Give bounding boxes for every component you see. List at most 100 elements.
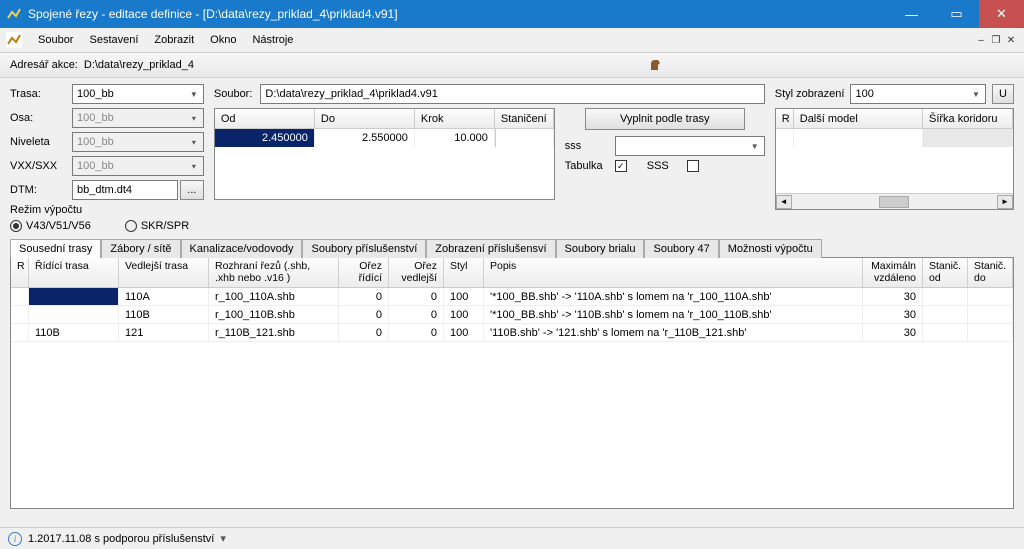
radio-skr[interactable] xyxy=(125,220,137,232)
table-row[interactable]: 110Br_100_110B.shb00100'*100_BB.shb' -> … xyxy=(11,306,1013,324)
scroll-thumb[interactable] xyxy=(879,196,909,208)
menu-app-icon xyxy=(6,32,22,48)
chevron-down-icon: ▾ xyxy=(187,111,201,125)
rezim-label: Režim výpočtu xyxy=(10,204,204,216)
cell-do[interactable]: 2.550000 xyxy=(315,129,415,147)
mh-r: R xyxy=(11,258,29,287)
tabulka-label: Tabulka xyxy=(565,160,615,172)
osa-label: Osa: xyxy=(10,112,72,124)
status-text: 1.2017.11.08 s podporou příslušenství xyxy=(28,533,214,545)
window-controls: — ▭ ✕ xyxy=(889,0,1024,28)
menu-nastroje[interactable]: Nástroje xyxy=(244,31,301,49)
range-grid-row[interactable]: 2.450000 2.550000 10.000 xyxy=(215,129,554,147)
sss2-label: SSS xyxy=(647,160,687,172)
top-panel: Trasa: 100_bb▼ Osa: 100_bb▾ Niveleta 100… xyxy=(0,78,1024,236)
addr-label: Adresář akce: xyxy=(10,59,78,71)
info-icon: i xyxy=(8,532,22,546)
main-grid[interactable]: R Řídící trasa Vedlejší trasa Rozhraní ř… xyxy=(10,257,1014,509)
mdi-close-button[interactable]: ✕ xyxy=(1004,33,1018,47)
status-bar: i 1.2017.11.08 s podporou příslušenství … xyxy=(0,527,1024,549)
chevron-down-icon: ▼ xyxy=(969,87,983,101)
chevron-down-icon: ▾ xyxy=(187,159,201,173)
dtm-value: bb_dtm.dt4 xyxy=(77,184,132,196)
left-column: Trasa: 100_bb▼ Osa: 100_bb▾ Niveleta 100… xyxy=(10,84,204,232)
u-button[interactable]: U xyxy=(992,84,1014,104)
cell-krok[interactable]: 10.000 xyxy=(415,129,495,147)
tab-kanalizace[interactable]: Kanalizace/vodovody xyxy=(181,239,303,258)
vyplnit-button[interactable]: Vyplnit podle trasy xyxy=(585,108,745,130)
tab-brialu[interactable]: Soubory brialu xyxy=(556,239,645,258)
title-bar: Spojené řezy - editace definice - [D:\da… xyxy=(0,0,1024,28)
maximize-button[interactable]: ▭ xyxy=(934,0,979,28)
hdr-sirka: Šířka koridoru xyxy=(923,109,1013,128)
soubor-input[interactable]: D:\data\rezy_priklad_4\priklad4.v91 xyxy=(260,84,764,104)
middle-column: Soubor: D:\data\rezy_priklad_4\priklad4.… xyxy=(214,84,765,232)
soubor-value: D:\data\rezy_priklad_4\priklad4.v91 xyxy=(265,88,437,100)
sss-combo[interactable]: ▼ xyxy=(615,136,765,156)
mh-orez2: Ořez vedlejší xyxy=(389,258,444,287)
scroll-right-button[interactable]: ► xyxy=(997,195,1013,209)
chevron-down-icon: ▼ xyxy=(187,87,201,101)
scroll-left-button[interactable]: ◄ xyxy=(776,195,792,209)
mh-rozh: Rozhraní řezů (.shb, .xhb nebo .v16 ) xyxy=(209,258,339,287)
vxx-label: VXX/SXX xyxy=(10,160,72,172)
menu-soubor[interactable]: Soubor xyxy=(30,31,81,49)
menu-bar: Soubor Sestavení Zobrazit Okno Nástroje … xyxy=(0,28,1024,52)
close-button[interactable]: ✕ xyxy=(979,0,1024,28)
niveleta-label: Niveleta xyxy=(10,136,72,148)
tab-sousedni[interactable]: Sousední trasy xyxy=(10,239,101,258)
sss-checkbox[interactable] xyxy=(687,160,699,172)
table-row[interactable]: 110Ar_100_110A.shb00100'*100_BB.shb' -> … xyxy=(11,288,1013,306)
tab-soubory-pris[interactable]: Soubory příslušenství xyxy=(302,239,426,258)
radio-skr-label: SKR/SPR xyxy=(141,220,189,232)
tabulka-checkbox[interactable]: ✓ xyxy=(615,160,627,172)
hdr-do: Do xyxy=(315,109,415,128)
menu-okno[interactable]: Okno xyxy=(202,31,244,49)
minimize-button[interactable]: — xyxy=(889,0,934,28)
radio-v43[interactable] xyxy=(10,220,22,232)
styl-combo[interactable]: 100 ▼ xyxy=(850,84,986,104)
niveleta-combo: 100_bb ▾ xyxy=(72,132,204,152)
tab-strip: Sousední trasy Zábory / sítě Kanalizace/… xyxy=(0,238,1024,257)
styl-value: 100 xyxy=(855,88,873,100)
cell-staniceni[interactable] xyxy=(495,129,554,147)
window-title: Spojené řezy - editace definice - [D:\da… xyxy=(28,7,889,21)
style-grid-row[interactable] xyxy=(776,129,1013,147)
cell-od[interactable]: 2.450000 xyxy=(215,129,315,147)
style-grid[interactable]: R Další model Šířka koridoru ◄ ► xyxy=(775,108,1014,210)
mdi-minimize-button[interactable]: – xyxy=(974,33,988,47)
chevron-down-icon: ▾ xyxy=(187,135,201,149)
mh-vedl: Vedlejší trasa xyxy=(119,258,209,287)
style-scrollbar[interactable]: ◄ ► xyxy=(776,193,1013,209)
menu-sestaveni[interactable]: Sestavení xyxy=(81,31,146,49)
radio-v43-label: V43/V51/V56 xyxy=(26,220,91,232)
tab-zabory[interactable]: Zábory / sítě xyxy=(101,239,180,258)
dtm-input[interactable]: bb_dtm.dt4 xyxy=(72,180,178,200)
dtm-browse-button[interactable]: ... xyxy=(180,180,204,200)
tab-moznosti[interactable]: Možnosti výpočtu xyxy=(719,239,822,258)
niveleta-value: 100_bb xyxy=(77,136,114,148)
app-icon xyxy=(6,6,22,22)
mh-styl: Styl xyxy=(444,258,484,287)
range-grid[interactable]: Od Do Krok Staničení 2.450000 2.550000 1… xyxy=(214,108,555,200)
horse-icon xyxy=(648,57,664,73)
style-column: Styl zobrazení 100▼ U R Další model Šířk… xyxy=(775,84,1014,232)
tab-47[interactable]: Soubory 47 xyxy=(644,239,718,258)
trasa-label: Trasa: xyxy=(10,88,72,100)
mh-max: Maximáln vzdáleno xyxy=(863,258,923,287)
hdr-r: R xyxy=(776,109,794,128)
right-options: Vyplnit podle trasy sss ▼ Tabulka ✓ SSS xyxy=(565,108,765,200)
menu-zobrazit[interactable]: Zobrazit xyxy=(146,31,202,49)
vxx-value: 100_bb xyxy=(77,160,114,172)
trasa-combo[interactable]: 100_bb▼ xyxy=(72,84,204,104)
table-row[interactable]: 110B121r_110B_121.shb00100'110B.shb' -> … xyxy=(11,324,1013,342)
mdi-restore-button[interactable]: ❐ xyxy=(989,33,1003,47)
addr-value: D:\data\rezy_priklad_4 xyxy=(84,59,194,71)
hdr-staniceni: Staničení xyxy=(495,109,554,128)
tab-zobrazeni[interactable]: Zobrazení příslušensví xyxy=(426,239,555,258)
status-dropdown-icon[interactable]: ▾ xyxy=(220,532,226,545)
style-grid-header: R Další model Šířka koridoru xyxy=(776,109,1013,129)
main-grid-header: R Řídící trasa Vedlejší trasa Rozhraní ř… xyxy=(11,258,1013,288)
hdr-model: Další model xyxy=(794,109,923,128)
chevron-down-icon: ▼ xyxy=(748,139,762,153)
